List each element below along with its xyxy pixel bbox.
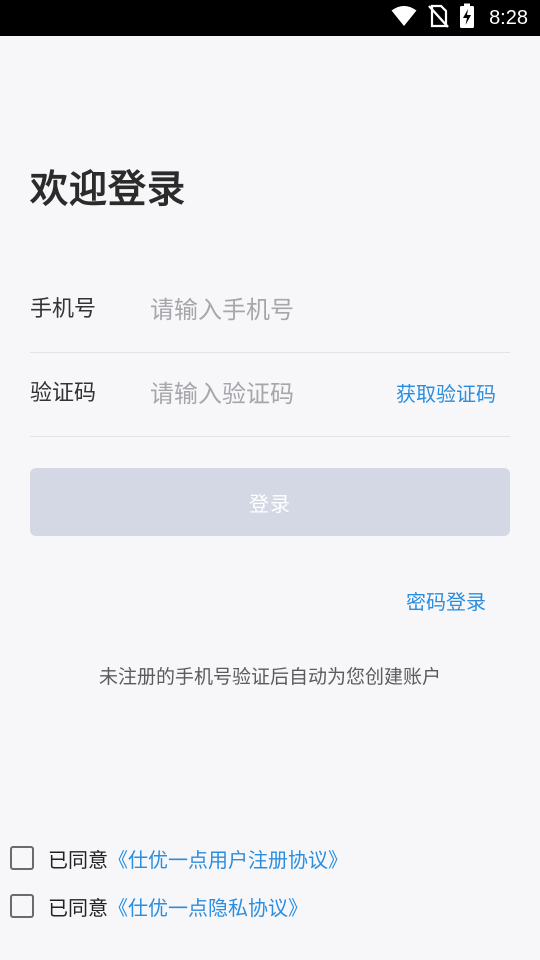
login-button[interactable]: 登录 xyxy=(30,468,510,536)
battery-charging-icon xyxy=(459,3,475,33)
privacy-agreement-link[interactable]: 《仕优一点隐私协议》 xyxy=(108,892,308,921)
registration-agreement-checkbox[interactable] xyxy=(10,846,34,870)
no-sim-icon xyxy=(427,4,449,32)
page-title: 欢迎登录 xyxy=(30,167,187,211)
phone-row: 手机号 xyxy=(30,268,510,353)
phone-input[interactable] xyxy=(150,288,490,332)
phone-label: 手机号 xyxy=(30,297,97,322)
privacy-agreement-checkbox[interactable] xyxy=(10,894,34,918)
get-code-button[interactable]: 获取验证码 xyxy=(396,352,496,436)
code-label: 验证码 xyxy=(30,381,97,406)
status-bar: 8:28 xyxy=(0,0,540,36)
agreement-row-privacy: 已同意 《仕优一点隐私协议》 xyxy=(10,890,308,922)
status-time: 8:28 xyxy=(489,6,528,29)
status-icons: 8:28 xyxy=(391,0,528,36)
code-row: 验证码 获取验证码 xyxy=(30,352,510,437)
password-login-link[interactable]: 密码登录 xyxy=(406,586,486,615)
registration-agreement-link[interactable]: 《仕优一点用户注册协议》 xyxy=(108,844,348,873)
code-input[interactable] xyxy=(150,372,370,416)
auto-register-hint: 未注册的手机号验证后自动为您创建账户 xyxy=(98,666,441,688)
agreement-row-registration: 已同意 《仕优一点用户注册协议》 xyxy=(10,842,348,874)
wifi-icon xyxy=(391,5,417,31)
agreement-prefix: 已同意 xyxy=(48,895,108,920)
agreement-prefix: 已同意 xyxy=(48,847,108,872)
